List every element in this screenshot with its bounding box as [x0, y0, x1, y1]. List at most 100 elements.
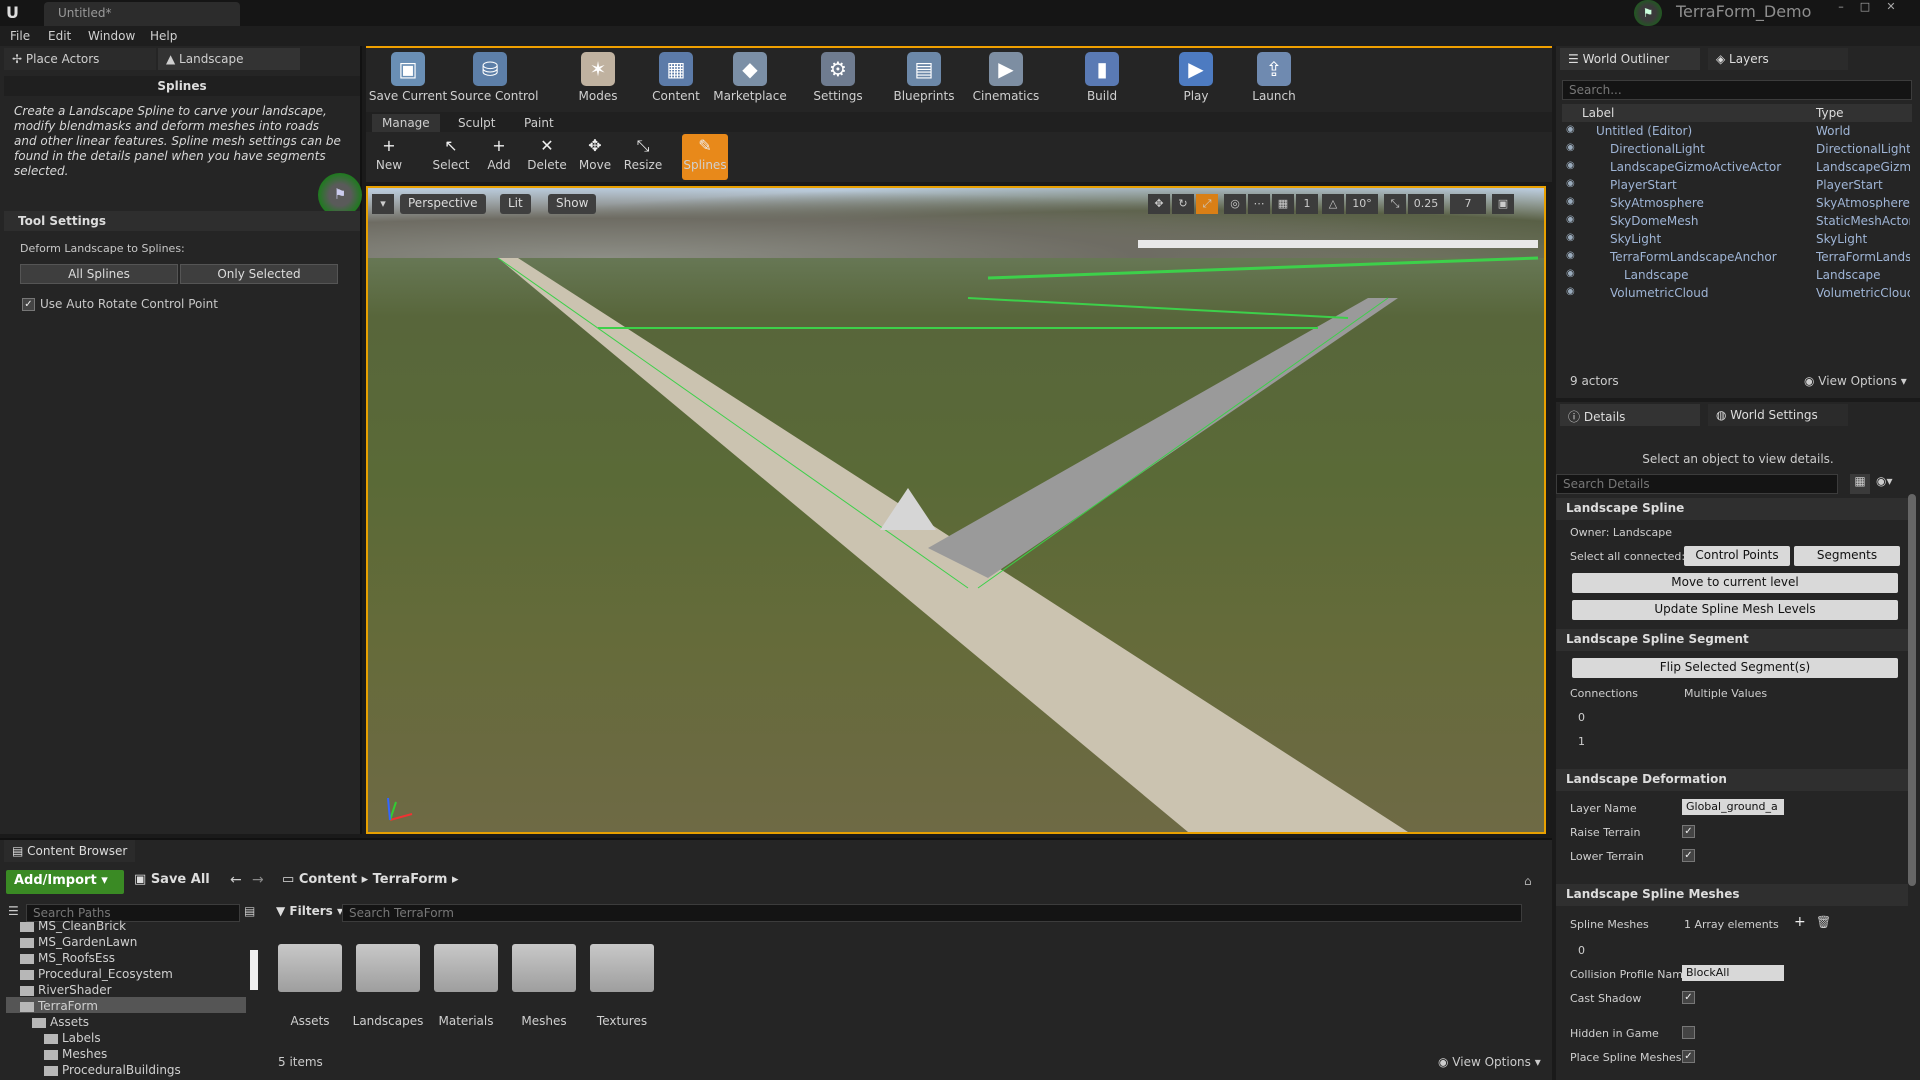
outliner-row[interactable]: ◉ TerraFormLandscapeAnchor TerraFormLandsc [1562, 250, 1912, 268]
all-splines-button[interactable]: All Splines [20, 264, 178, 284]
maximize-icon[interactable]: □ [1854, 0, 1876, 16]
outliner-row[interactable]: ◉ SkyLight SkyLight [1562, 232, 1912, 250]
rotate-icon[interactable]: ↻ [1172, 194, 1194, 214]
outliner-row[interactable]: ◉ VolumetricCloud VolumetricCloud [1562, 286, 1912, 304]
translate-icon[interactable]: ✥ [1148, 194, 1170, 214]
tree-item[interactable]: Procedural_Ecosystem [20, 967, 173, 983]
outliner-row[interactable]: ◉ SkyAtmosphere SkyAtmosphere [1562, 196, 1912, 214]
tool-select[interactable]: ↖ Select [428, 134, 474, 180]
breadcrumb-content[interactable]: Content [299, 872, 357, 887]
visibility-eye-icon[interactable]: ◉ [1566, 160, 1575, 171]
folder-assets-icon[interactable] [278, 944, 342, 992]
details-scrollbar[interactable] [1908, 494, 1916, 886]
tab-world-settings[interactable]: ◍ World Settings [1708, 404, 1848, 426]
rotation-snap-icon[interactable]: △ [1322, 194, 1344, 214]
spline-segment-section[interactable]: Landscape Spline Segment [1556, 629, 1908, 651]
cast-shadow-checkbox[interactable]: ✓ [1682, 991, 1695, 1004]
perspective-button[interactable]: Perspective [400, 194, 486, 214]
tree-item[interactable]: TerraForm [20, 999, 98, 1015]
settings-button[interactable]: ⚙ Settings [798, 50, 878, 108]
folder-label[interactable]: Textures [582, 1014, 662, 1028]
tab-landscape[interactable]: ▲ Landscape [158, 48, 300, 70]
tree-item[interactable]: MS_CleanBrick [20, 919, 126, 935]
blueprints-button[interactable]: ▤ Blueprints [884, 50, 964, 108]
place-spline-meshes-checkbox[interactable]: ✓ [1682, 1050, 1695, 1063]
maximize-viewport-icon[interactable]: ▣ [1492, 194, 1514, 214]
only-selected-button[interactable]: Only Selected [180, 264, 338, 284]
control-points-button[interactable]: Control Points [1684, 546, 1790, 566]
play-button[interactable]: ▶ Play [1156, 50, 1236, 108]
tree-item[interactable]: Meshes [44, 1047, 107, 1063]
tab-layers[interactable]: ◈ Layers [1708, 48, 1848, 70]
tree-item[interactable]: MS_GardenLawn [20, 935, 137, 951]
project-icon[interactable]: ⚑ [1634, 0, 1662, 26]
visibility-eye-icon[interactable]: ◉ [1566, 250, 1575, 261]
tab-manage[interactable]: Manage [372, 114, 440, 132]
cinematics-button[interactable]: ▶ Cinematics [966, 50, 1046, 108]
close-icon[interactable]: ✕ [1880, 0, 1902, 16]
outliner-row[interactable]: ◉ Landscape Landscape [1562, 268, 1912, 286]
details-search-input[interactable]: Search Details [1556, 474, 1838, 494]
outliner-row[interactable]: ◉ SkyDomeMesh StaticMeshActor [1562, 214, 1912, 232]
connection-0[interactable]: 0 [1578, 711, 1585, 724]
tool-new[interactable]: + New [366, 134, 412, 180]
viewport-options-icon[interactable]: ▾ [372, 194, 394, 214]
tree-item[interactable]: MS_RoofsEss [20, 951, 115, 967]
add-element-icon[interactable]: + [1794, 914, 1806, 930]
tab-sculpt[interactable]: Sculpt [448, 114, 505, 132]
visibility-eye-icon[interactable]: ◉ [1566, 214, 1575, 225]
outliner-view-options[interactable]: ◉ View Options ▾ [1804, 374, 1907, 388]
modes-button[interactable]: ✶ Modes [558, 50, 638, 108]
unreal-logo-icon[interactable]: U [6, 3, 26, 23]
filters-button[interactable]: ▼ Filters ▾ [276, 904, 343, 918]
tree-item[interactable]: Labels [44, 1031, 101, 1047]
connection-1[interactable]: 1 [1578, 735, 1585, 748]
tool-resize[interactable]: ⤡ Resize [620, 134, 666, 180]
landscape-deformation-section[interactable]: Landscape Deformation [1556, 769, 1908, 791]
marketplace-button[interactable]: ◆ Marketplace [710, 50, 790, 108]
spline-mesh-0[interactable]: 0 [1578, 944, 1585, 957]
save-all-button[interactable]: ▣ Save All [134, 872, 210, 887]
column-type[interactable]: Type [1816, 106, 1844, 120]
spline-meshes-section[interactable]: Landscape Spline Meshes [1556, 884, 1908, 906]
tree-item[interactable]: RiverShader [20, 983, 112, 999]
save-current-button[interactable]: ▣ Save Current [368, 50, 448, 108]
surface-snap-icon[interactable]: ⋯ [1248, 194, 1270, 214]
visibility-eye-icon[interactable]: ◉ [1566, 124, 1575, 135]
folder-label[interactable]: Materials [426, 1014, 506, 1028]
outliner-row[interactable]: ◉ LandscapeGizmoActiveActor LandscapeGizmo [1562, 160, 1912, 178]
folder-label[interactable]: Assets [270, 1014, 350, 1028]
trash-icon[interactable]: 🗑 [1816, 915, 1831, 929]
auto-rotate-checkbox[interactable]: ✓ [22, 298, 35, 311]
tool-splines[interactable]: ✎ Splines [682, 134, 728, 180]
camera-speed-value[interactable]: 7 [1450, 194, 1486, 214]
raise-terrain-checkbox[interactable]: ✓ [1682, 825, 1695, 838]
tab-details[interactable]: ⓘ Details [1560, 404, 1700, 426]
hidden-in-game-checkbox[interactable] [1682, 1026, 1695, 1039]
content-view-options[interactable]: ◉ View Options ▾ [1438, 1055, 1541, 1069]
path-options-icon[interactable]: ▤ [244, 904, 255, 918]
menu-help[interactable]: Help [150, 29, 177, 43]
tab-paint[interactable]: Paint [514, 114, 564, 132]
outliner-row[interactable]: ◉ Untitled (Editor) World [1562, 124, 1912, 142]
visibility-eye-icon[interactable]: ◉ [1566, 142, 1575, 153]
tool-add[interactable]: + Add [476, 134, 522, 180]
folder-label[interactable]: Landscapes [348, 1014, 428, 1028]
tree-item[interactable]: Assets [32, 1015, 89, 1031]
tab-content-browser[interactable]: ▤ Content Browser [4, 840, 136, 862]
source-control-button[interactable]: ⛁ Source Control [450, 50, 538, 108]
sources-toggle-icon[interactable]: ☰ [8, 904, 19, 918]
content-button[interactable]: ▦ Content [636, 50, 716, 108]
move-to-level-button[interactable]: Move to current level [1572, 573, 1898, 593]
column-label[interactable]: Label [1582, 106, 1614, 120]
build-button[interactable]: ▮ Build [1062, 50, 1142, 108]
visibility-eye-icon[interactable]: ◉ [1566, 196, 1575, 207]
forward-arrow-icon[interactable]: → [252, 872, 264, 888]
level-viewport[interactable]: ▾ Perspective Lit Show ✥ ↻ ⤢ ◎ ⋯ ▦ 1 △ 1… [366, 186, 1546, 834]
visibility-eye-icon[interactable]: ◉ [1566, 178, 1575, 189]
lower-terrain-checkbox[interactable]: ✓ [1682, 849, 1695, 862]
menu-file[interactable]: File [10, 29, 30, 43]
lit-button[interactable]: Lit [500, 194, 531, 214]
scale-icon[interactable]: ⤢ [1196, 194, 1218, 214]
segments-button[interactable]: Segments [1794, 546, 1900, 566]
